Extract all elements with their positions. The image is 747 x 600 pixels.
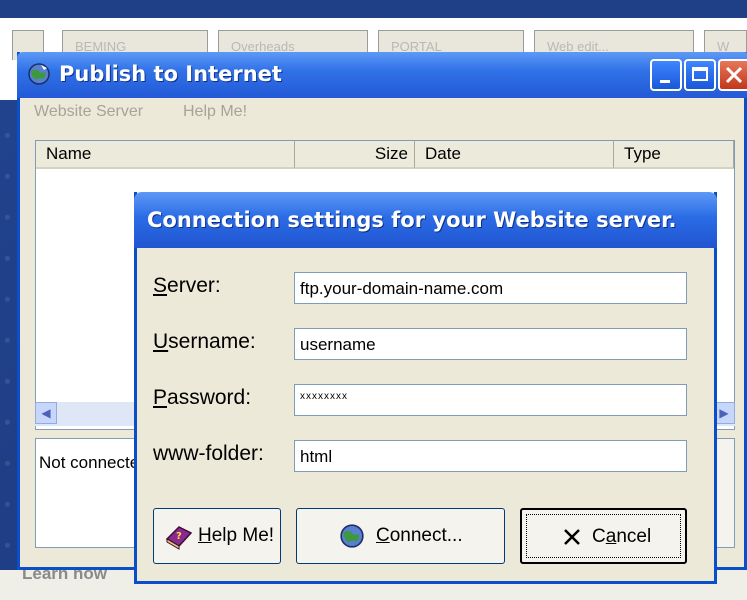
menu-help[interactable]: Help Me!	[183, 103, 247, 121]
status-text: Not connected	[39, 453, 149, 472]
www-folder-field[interactable]: html	[294, 440, 687, 472]
help-button-label: Help Me!	[198, 525, 275, 546]
maximize-button[interactable]	[684, 59, 716, 91]
globe-icon	[340, 524, 364, 548]
background-top-bar	[0, 0, 747, 18]
close-button[interactable]	[718, 59, 747, 91]
dialog-title: Connection settings for your Website ser…	[147, 208, 677, 232]
globe-icon	[28, 63, 50, 85]
close-icon	[725, 66, 743, 84]
connection-dialog: Connection settings for your Website ser…	[134, 192, 717, 584]
dialog-titlebar[interactable]: Connection settings for your Website ser…	[134, 192, 717, 248]
menu-bar: Website Server Help Me!	[20, 98, 747, 126]
window-title: Publish to Internet	[59, 62, 282, 86]
server-label: Server:	[153, 274, 221, 297]
connect-button-label: Connect...	[376, 525, 463, 546]
password-label: Password:	[153, 386, 252, 409]
server-field[interactable]: ftp.your-domain-name.com	[294, 272, 687, 304]
window-titlebar[interactable]: Publish to Internet	[17, 52, 747, 98]
help-book-icon: ?	[165, 526, 193, 550]
close-icon	[564, 529, 580, 545]
password-field[interactable]: xxxxxxxx	[294, 384, 687, 416]
www-folder-label: www-folder:	[153, 442, 264, 465]
column-type[interactable]: Type	[614, 141, 734, 169]
cancel-button-label: Cancel	[592, 526, 652, 547]
cancel-button[interactable]: Cancel	[520, 508, 687, 564]
maximize-icon	[692, 67, 708, 81]
column-size[interactable]: Size	[295, 141, 415, 169]
column-name[interactable]: Name	[36, 141, 295, 169]
help-button[interactable]: ? Help Me!	[153, 508, 281, 564]
minimize-icon	[660, 80, 670, 83]
connect-button[interactable]: Connect...	[296, 508, 505, 564]
username-field[interactable]: username	[294, 328, 687, 360]
minimize-button[interactable]	[650, 59, 682, 91]
username-label: Username:	[153, 330, 256, 353]
column-date[interactable]: Date	[415, 141, 614, 169]
menu-website-server[interactable]: Website Server	[34, 103, 143, 121]
svg-text:?: ?	[176, 531, 182, 542]
scroll-left-arrow-icon[interactable]: ◀	[35, 402, 57, 424]
